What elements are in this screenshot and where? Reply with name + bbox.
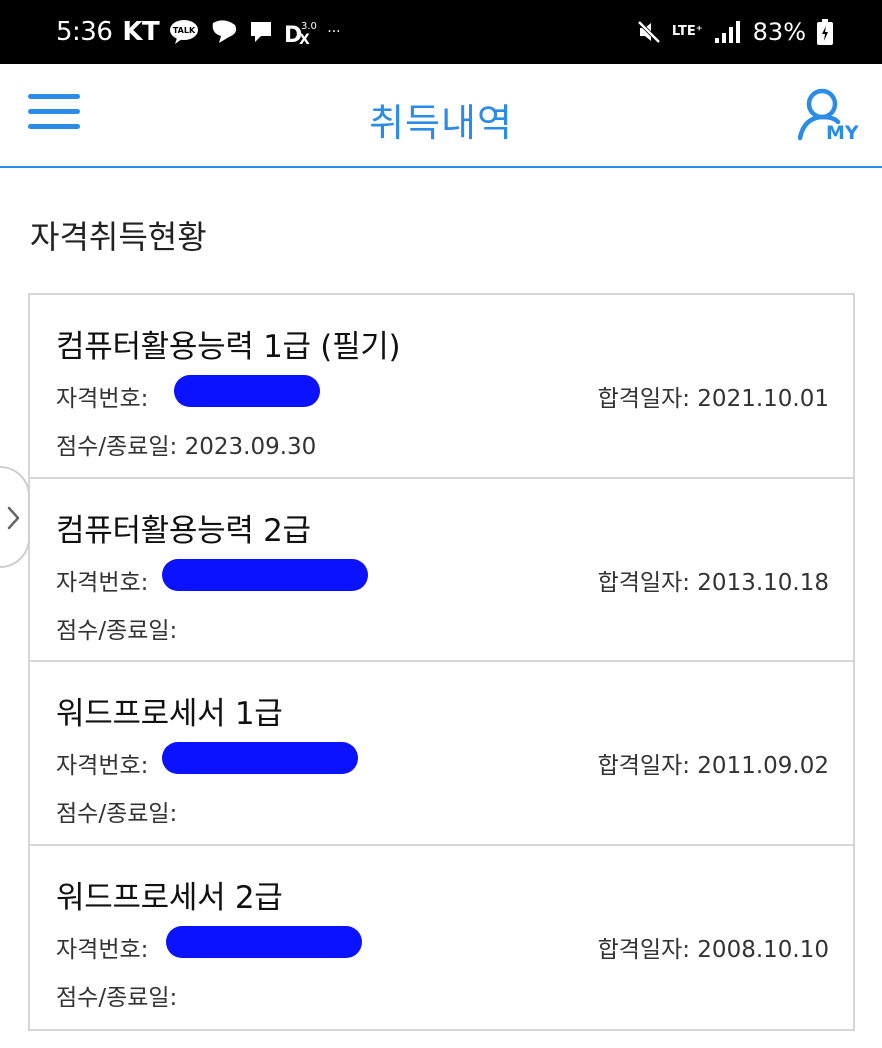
my-account-button[interactable]: MY [797,86,862,150]
my-label: MY [826,122,859,144]
pass-date-value: 2008.10.10 [697,936,829,963]
battery-icon [816,18,834,46]
section-title: 자격취득현황 [30,218,207,256]
pass-date-label: 합격일자: [597,569,690,596]
message-icon [249,19,273,45]
svg-text:X: X [299,32,310,47]
chat-bubble-icon [209,19,239,45]
score-value: 2023.09.30 [184,434,317,460]
mute-icon [636,19,662,45]
pass-date: 합격일자: 2013.10.18 [598,563,829,597]
redacted-license-number [162,742,358,774]
pass-date-label: 합격일자: [597,386,690,412]
redacted-license-number [166,925,362,958]
certificate-name: 컴퓨터활용능력 1급 (필기) [56,329,401,365]
redacted-license-number [174,375,320,407]
license-number-label: 자격번호: [56,386,149,412]
certificate-card[interactable]: 워드프로세서 1급 자격번호: 합격일자: 2011.09.02 점수/종료일: [30,662,853,846]
certificate-card[interactable]: 컴퓨터활용능력 2급 자격번호: 합격일자: 2013.10.18 점수/종료일… [30,479,853,662]
certificate-name: 워드프로세서 2급 [56,879,283,916]
pass-date-value: 2013.10.18 [697,569,829,596]
score-end-date: 점수/종료일: 2023.09.30 [56,427,316,461]
svg-text:3.0: 3.0 [301,21,317,32]
redacted-license-number [162,558,368,591]
license-number-label: 자격번호: [56,569,149,596]
license-number-label: 자격번호: [56,753,149,779]
certificate-name: 워드프로세서 1급 [56,696,283,732]
side-drawer-handle[interactable] [0,466,30,568]
pass-date-value: 2021.10.01 [697,386,829,412]
certificate-card[interactable]: 워드프로세서 2급 자격번호: 합격일자: 2008.10.10 점수/종료일: [30,846,853,1030]
status-bar: 5:36 KT TALK D X 3.0 ··· LTE⁺ 83% [0,0,882,64]
page-title: 취득내역 [369,101,513,145]
certificate-list: 컴퓨터활용능력 1급 (필기) 자격번호: 합격일자: 2021.10.01 점… [28,293,855,1031]
pass-date-label: 합격일자: [597,753,690,779]
score-label: 점수/종료일: [56,984,178,1011]
kakaotalk-icon: TALK [169,19,199,45]
score-end-date: 점수/종료일: [56,794,177,828]
lte-icon: LTE⁺ [671,24,703,39]
license-number-label: 자격번호: [56,936,149,963]
dx-icon: D X 3.0 [283,17,317,47]
score-end-date: 점수/종료일: [56,978,177,1012]
certificate-card[interactable]: 컴퓨터활용능력 1급 (필기) 자격번호: 합격일자: 2021.10.01 점… [30,295,853,479]
score-label: 점수/종료일: [56,801,178,827]
svg-text:TALK: TALK [173,26,196,35]
status-carrier: KT [122,17,160,47]
score-end-date: 점수/종료일: [56,611,177,645]
pass-date: 합격일자: 2021.10.01 [598,379,829,413]
score-label: 점수/종료일: [56,617,178,644]
network-type: LTE⁺ [671,24,703,39]
status-time: 5:36 [56,17,113,47]
certificate-name: 컴퓨터활용능력 2급 [56,512,311,549]
signal-icon [713,19,743,45]
more-notifications-icon: ··· [327,24,341,40]
pass-date-label: 합격일자: [597,936,690,963]
battery-percent: 83% [752,18,806,46]
pass-date-value: 2011.09.02 [697,753,829,779]
chevron-right-icon [7,506,20,530]
pass-date: 합격일자: 2011.09.02 [598,746,829,780]
app-bar: 취득내역 MY [0,64,882,168]
pass-date: 합격일자: 2008.10.10 [598,930,829,964]
score-label: 점수/종료일: [56,434,178,460]
